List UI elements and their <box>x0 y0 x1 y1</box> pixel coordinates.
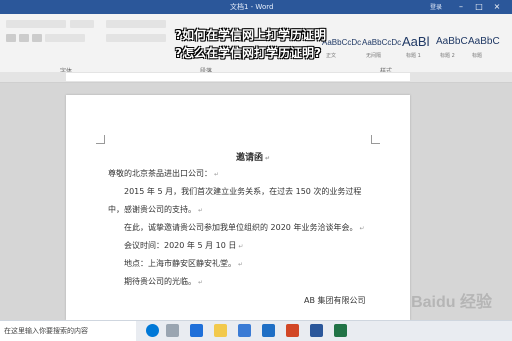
excel-icon[interactable] <box>334 324 347 337</box>
doc-paragraph: 2015 年 5 月，我们首次建立业务关系，在过去 150 次的业务过程 <box>124 187 362 196</box>
crop-mark <box>96 135 105 144</box>
font-color-icon[interactable] <box>45 34 85 42</box>
doc-closing: 期待贵公司的光临。 ↵ <box>124 277 204 286</box>
close-icon[interactable]: × <box>490 1 504 12</box>
doc-location: 地点：上海市静安区静安礼堂。 ↵ <box>124 259 244 268</box>
title-bar: 文档1 - Word 登录 – □ × <box>0 0 512 14</box>
taskbar-search-input[interactable]: 在这里输入你要搜索的内容 <box>0 321 136 341</box>
align-icons[interactable] <box>106 34 166 42</box>
file-explorer-icon[interactable] <box>214 324 227 337</box>
doc-meeting-time: 会议时间：2020 年 5 月 10 日 ↵ <box>124 241 244 250</box>
doc-signature: AB 集团有限公司 <box>304 296 366 305</box>
horizontal-ruler[interactable] <box>0 72 512 83</box>
doc-paragraph: 中，感谢贵公司的支持。 ↵ <box>108 205 204 214</box>
list-icons[interactable] <box>106 20 166 28</box>
doc-salutation: 尊敬的北京茶品进出口公司： ↵ <box>108 169 220 178</box>
maximize-icon[interactable]: □ <box>472 1 486 12</box>
edge-icon[interactable] <box>190 324 203 337</box>
doc-title: 邀请函 ↵ <box>236 153 271 163</box>
task-view-icon[interactable] <box>166 324 179 337</box>
document-page[interactable]: 邀请函 ↵ 尊敬的北京茶品进出口公司： ↵ 2015 年 5 月，我们首次建立业务关… <box>66 95 410 320</box>
font-controls <box>6 20 166 60</box>
font-size-dropdown[interactable] <box>70 20 94 28</box>
crop-mark <box>371 135 380 144</box>
taskbar: 在这里输入你要搜索的内容 <box>0 320 512 341</box>
sign-in-link[interactable]: 登录 <box>430 2 442 11</box>
overlay-line-1: ?如何在学信网上打学历证明 <box>175 28 326 42</box>
minimize-icon[interactable]: – <box>454 1 468 12</box>
overlay-caption: ?如何在学信网上打学历证明 ?怎么在学信网打学历证明? <box>175 26 326 62</box>
underline-icon[interactable] <box>32 34 42 42</box>
baidu-watermark: Baidu 经验 <box>411 294 492 311</box>
doc-paragraph: 在此，诚挚邀请贵公司参加我单位组织的 2020 年业务洽谈年会。 ↵ <box>124 223 365 232</box>
overlay-line-2: ?怎么在学信网打学历证明? <box>175 46 321 60</box>
document-canvas: 邀请函 ↵ 尊敬的北京茶品进出口公司： ↵ 2015 年 5 月，我们首次建立业务关… <box>0 83 512 320</box>
window-title: 文档1 - Word <box>230 3 274 11</box>
powerpoint-icon[interactable] <box>286 324 299 337</box>
italic-icon[interactable] <box>19 34 29 42</box>
font-name-dropdown[interactable] <box>6 20 66 28</box>
word-icon[interactable] <box>310 324 323 337</box>
mail-icon[interactable] <box>262 324 275 337</box>
store-icon[interactable] <box>238 324 251 337</box>
bold-icon[interactable] <box>6 34 16 42</box>
cortana-icon[interactable] <box>146 324 159 337</box>
